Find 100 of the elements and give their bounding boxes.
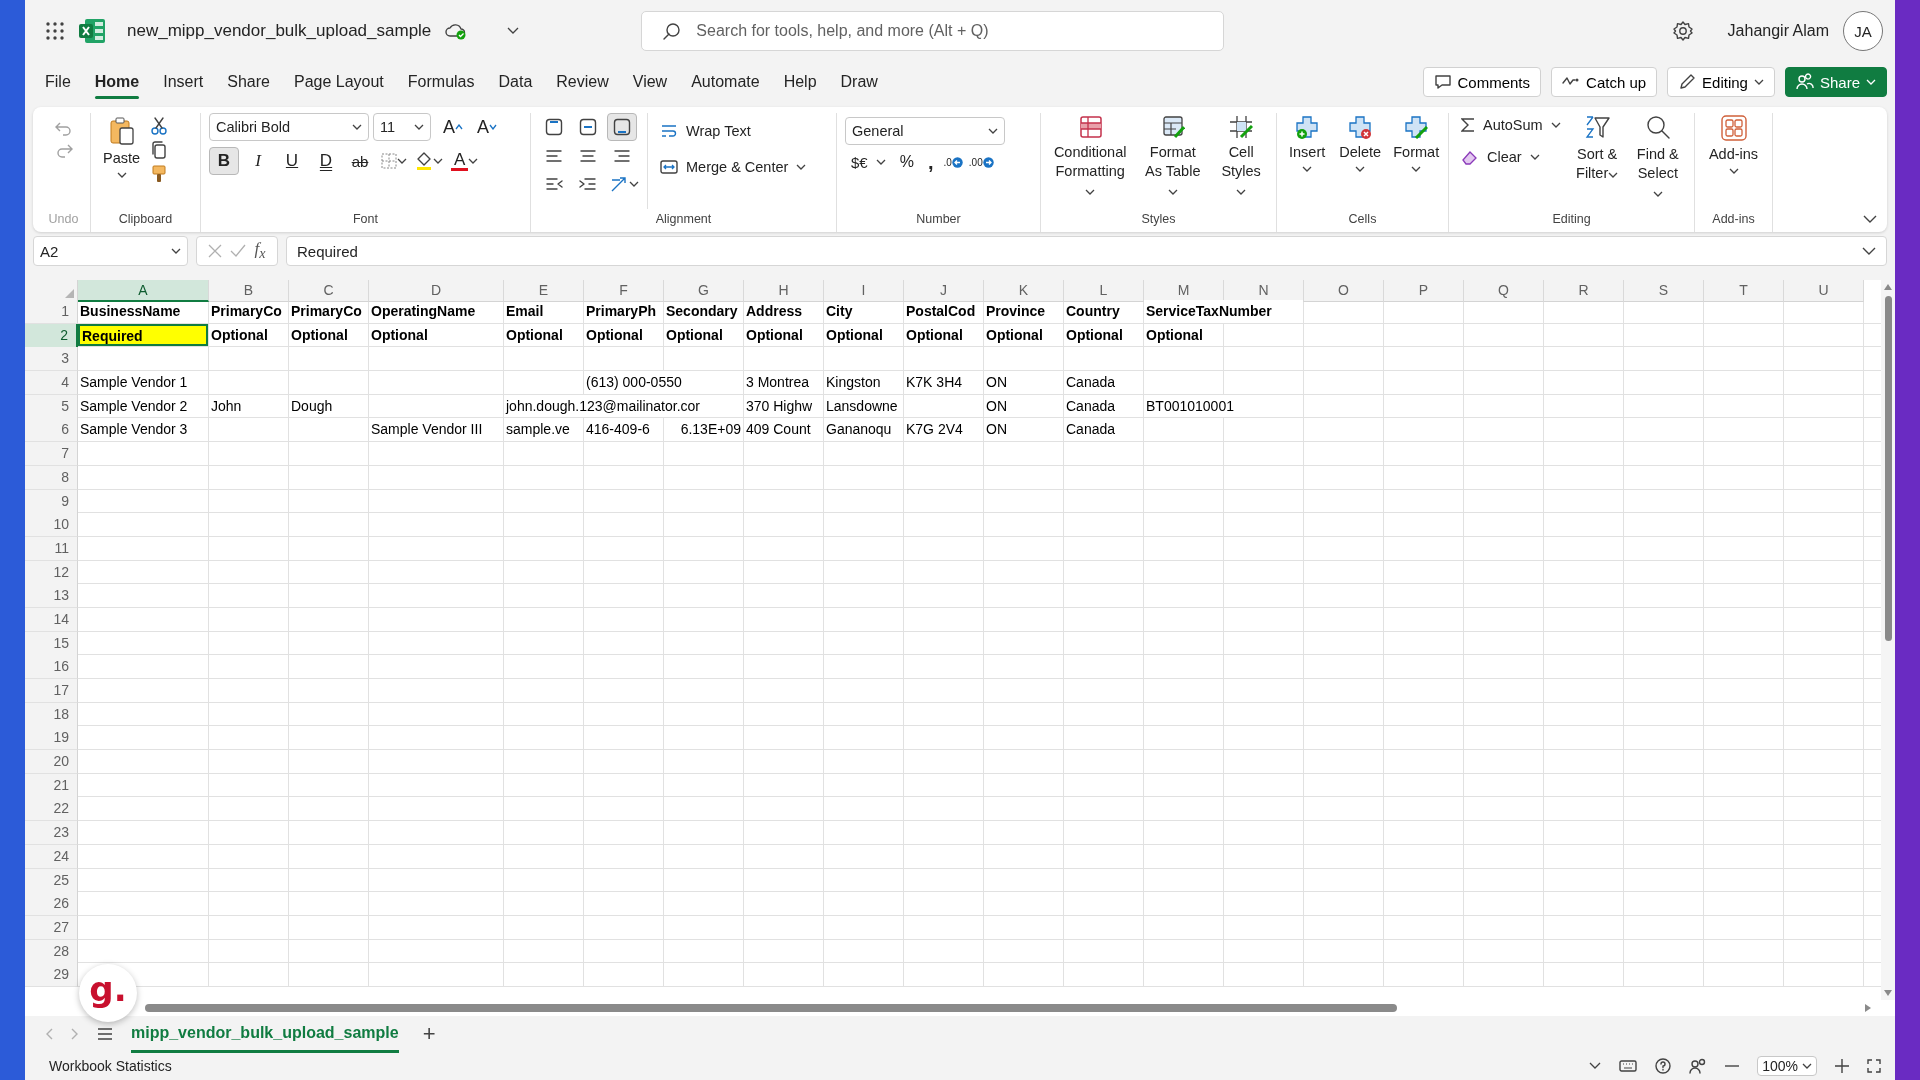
row-header[interactable]: 13 [25, 584, 78, 609]
row-header[interactable]: 17 [25, 679, 78, 703]
row-header[interactable]: 16 [25, 655, 78, 680]
name-box[interactable]: A2 [33, 236, 188, 266]
row-header[interactable]: 3 [25, 347, 78, 372]
column-header[interactable]: A [78, 280, 209, 302]
currency-button[interactable]: $€ [845, 151, 874, 173]
column-header[interactable]: L [1064, 280, 1144, 302]
column-header[interactable]: G [664, 280, 744, 302]
row-header[interactable]: 9 [25, 489, 78, 514]
autosum-button[interactable]: AutoSum [1457, 113, 1565, 137]
sheet-tab[interactable]: mipp_vendor_bulk_upload_sample [131, 1015, 399, 1053]
cell-styles-button[interactable]: Cell Styles [1214, 113, 1268, 209]
add-ins-button[interactable]: Add-ins [1703, 113, 1764, 209]
row-header[interactable]: 23 [25, 821, 78, 846]
font-name-dropdown[interactable]: Calibri Bold [209, 113, 369, 141]
italic-button[interactable]: I [243, 147, 273, 175]
align-bottom-button[interactable] [607, 113, 637, 141]
sort-filter-button[interactable]: Sort & Filter [1570, 113, 1624, 209]
menu-tab[interactable]: Home [82, 65, 152, 99]
column-header[interactable]: J [904, 280, 984, 302]
conditional-formatting-button[interactable]: Conditional Formatting [1049, 113, 1132, 209]
font-size-dropdown[interactable]: 11 [373, 113, 431, 141]
decrease-decimal-button[interactable]: .00 [966, 154, 996, 170]
column-header[interactable]: E [504, 280, 584, 302]
caret-icon[interactable] [507, 27, 520, 35]
menu-tab[interactable]: Formulas [395, 65, 487, 99]
app-launcher-icon[interactable] [45, 21, 65, 41]
editing-button[interactable]: Editing [1667, 67, 1775, 97]
row-header[interactable]: 29 [25, 963, 78, 988]
row-header[interactable]: 19 [25, 726, 78, 751]
clear-button[interactable]: Clear [1457, 145, 1544, 169]
insert-function-button[interactable]: f$_{x}$ [254, 239, 266, 263]
menu-icon[interactable] [97, 1028, 113, 1040]
format-cells-button[interactable]: Format [1391, 113, 1442, 209]
menu-tab[interactable]: Draw [828, 65, 890, 99]
user-avatar[interactable]: JA [1843, 11, 1883, 51]
number-format-dropdown[interactable]: General [845, 117, 1005, 145]
shrink-font-button[interactable]: A [475, 114, 500, 140]
comments-button[interactable]: Comments [1422, 67, 1542, 97]
grow-font-button[interactable]: A [441, 114, 465, 140]
row-header[interactable]: 24 [25, 844, 78, 869]
column-header[interactable]: S [1624, 280, 1704, 302]
help-icon[interactable] [1655, 1058, 1672, 1074]
percent-button[interactable]: % [893, 151, 920, 173]
comma-style-button[interactable]: , [921, 153, 940, 171]
column-header[interactable]: K [984, 280, 1064, 302]
row-header[interactable]: 25 [25, 868, 78, 893]
column-header[interactable]: D [369, 280, 504, 302]
menu-tab[interactable]: File [33, 65, 83, 99]
menu-tab[interactable]: Page Layout [281, 65, 396, 99]
column-header[interactable]: R [1544, 280, 1624, 302]
find-select-button[interactable]: Find & Select [1629, 113, 1686, 209]
row-header[interactable]: 7 [25, 442, 78, 467]
keyboard-icon[interactable] [1619, 1060, 1638, 1072]
menu-tab[interactable]: Share [215, 65, 282, 99]
settings-icon[interactable] [1671, 20, 1694, 42]
redo-icon[interactable] [54, 143, 73, 159]
underline-button[interactable]: U [277, 147, 307, 175]
row-header[interactable]: 6 [25, 418, 78, 443]
strikethrough-button[interactable]: ab [345, 147, 375, 175]
column-header[interactable]: T [1704, 280, 1784, 302]
menu-tab[interactable]: Automate [679, 65, 772, 99]
row-header[interactable]: 18 [25, 702, 78, 727]
column-header[interactable]: Q [1464, 280, 1544, 302]
paste-button[interactable]: Paste [99, 113, 145, 209]
bold-button[interactable]: B [209, 147, 239, 175]
row-header[interactable]: 12 [25, 560, 78, 585]
delete-cells-button[interactable]: Delete [1335, 113, 1386, 209]
column-header[interactable]: O [1304, 280, 1384, 302]
row-header[interactable]: 1 [25, 300, 78, 324]
catch-up-button[interactable]: Catch up [1551, 67, 1658, 97]
scroll-right-icon[interactable] [1865, 1004, 1871, 1012]
scrollbar-thumb[interactable] [145, 1004, 1397, 1012]
people-icon[interactable] [1689, 1058, 1708, 1074]
menu-tab[interactable]: View [620, 65, 680, 99]
increase-decimal-button[interactable]: .0 [941, 154, 965, 170]
row-header[interactable]: 26 [25, 892, 78, 917]
column-header[interactable]: H [744, 280, 824, 302]
scissors-icon[interactable] [150, 117, 169, 135]
column-header[interactable]: B [209, 280, 289, 302]
merge-center-button[interactable]: Merge & Center [656, 155, 811, 179]
font-color-button[interactable]: A [449, 149, 481, 173]
search-field[interactable]: Search for tools, help, and more (Alt + Q) [641, 11, 1225, 51]
row-header[interactable]: 8 [25, 465, 78, 490]
row-header[interactable]: 11 [25, 536, 78, 561]
share-button[interactable]: Share [1784, 67, 1887, 97]
fullscreen-icon[interactable] [1867, 1059, 1881, 1073]
row-header[interactable]: 15 [25, 631, 78, 656]
row-header[interactable]: 21 [25, 773, 78, 798]
menu-tab[interactable]: Help [771, 65, 829, 99]
row-header[interactable]: 27 [25, 915, 78, 940]
row-header[interactable]: 5 [25, 394, 78, 419]
caret-icon[interactable] [1589, 1062, 1602, 1070]
menu-tab[interactable]: Data [486, 65, 545, 99]
scroll-up-icon[interactable] [1884, 284, 1892, 290]
expand-ribbon-icon[interactable] [1863, 215, 1877, 224]
zoom-dropdown[interactable]: 100% [1757, 1056, 1817, 1076]
row-header[interactable]: 14 [25, 607, 78, 632]
column-header[interactable]: P [1384, 280, 1464, 302]
